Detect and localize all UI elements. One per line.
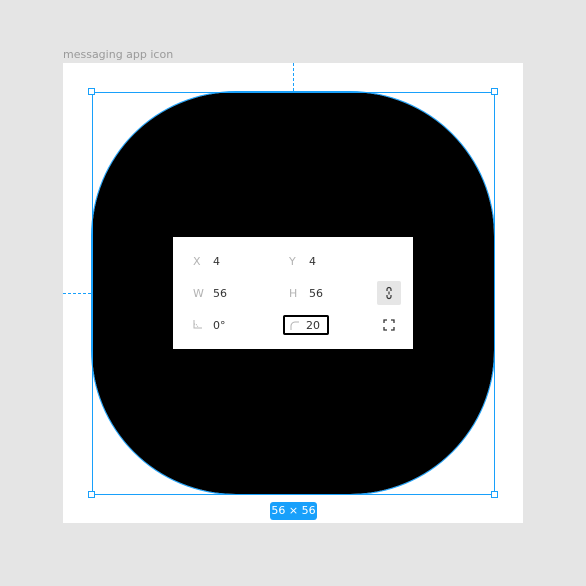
resize-handle-bottom-left[interactable] — [88, 491, 95, 498]
h-label: H — [289, 286, 298, 300]
properties-panel: X 4 Y 4 W 56 H 56 0° 20 — [173, 237, 413, 349]
corners-icon[interactable] — [383, 319, 395, 331]
x-label: X — [193, 254, 201, 268]
h-value[interactable]: 56 — [309, 287, 323, 300]
y-label: Y — [289, 254, 296, 268]
width-field[interactable]: W 56 — [193, 283, 227, 303]
spacing-guide-top — [293, 63, 294, 91]
w-label: W — [193, 286, 204, 300]
resize-handle-top-left[interactable] — [88, 88, 95, 95]
x-field[interactable]: X 4 — [193, 251, 220, 271]
height-field[interactable]: H 56 — [289, 283, 323, 303]
y-field[interactable]: Y 4 — [289, 251, 316, 271]
corner-radius-field[interactable]: 20 — [283, 315, 329, 335]
frame-label[interactable]: messaging app icon — [63, 48, 173, 61]
angle-icon — [193, 319, 213, 332]
rotation-field[interactable]: 0° — [193, 315, 226, 335]
resize-handle-bottom-right[interactable] — [491, 491, 498, 498]
dimension-badge: 56 × 56 — [270, 502, 317, 520]
link-icon — [386, 286, 392, 300]
corner-radius-icon — [290, 321, 299, 330]
corner-radius-value[interactable]: 20 — [306, 319, 320, 332]
x-value[interactable]: 4 — [213, 255, 220, 268]
constrain-proportions-button[interactable] — [377, 281, 401, 305]
y-value[interactable]: 4 — [309, 255, 316, 268]
w-value[interactable]: 56 — [213, 287, 227, 300]
spacing-guide-left — [63, 293, 91, 294]
resize-handle-top-right[interactable] — [491, 88, 498, 95]
rotation-value[interactable]: 0° — [213, 319, 226, 332]
